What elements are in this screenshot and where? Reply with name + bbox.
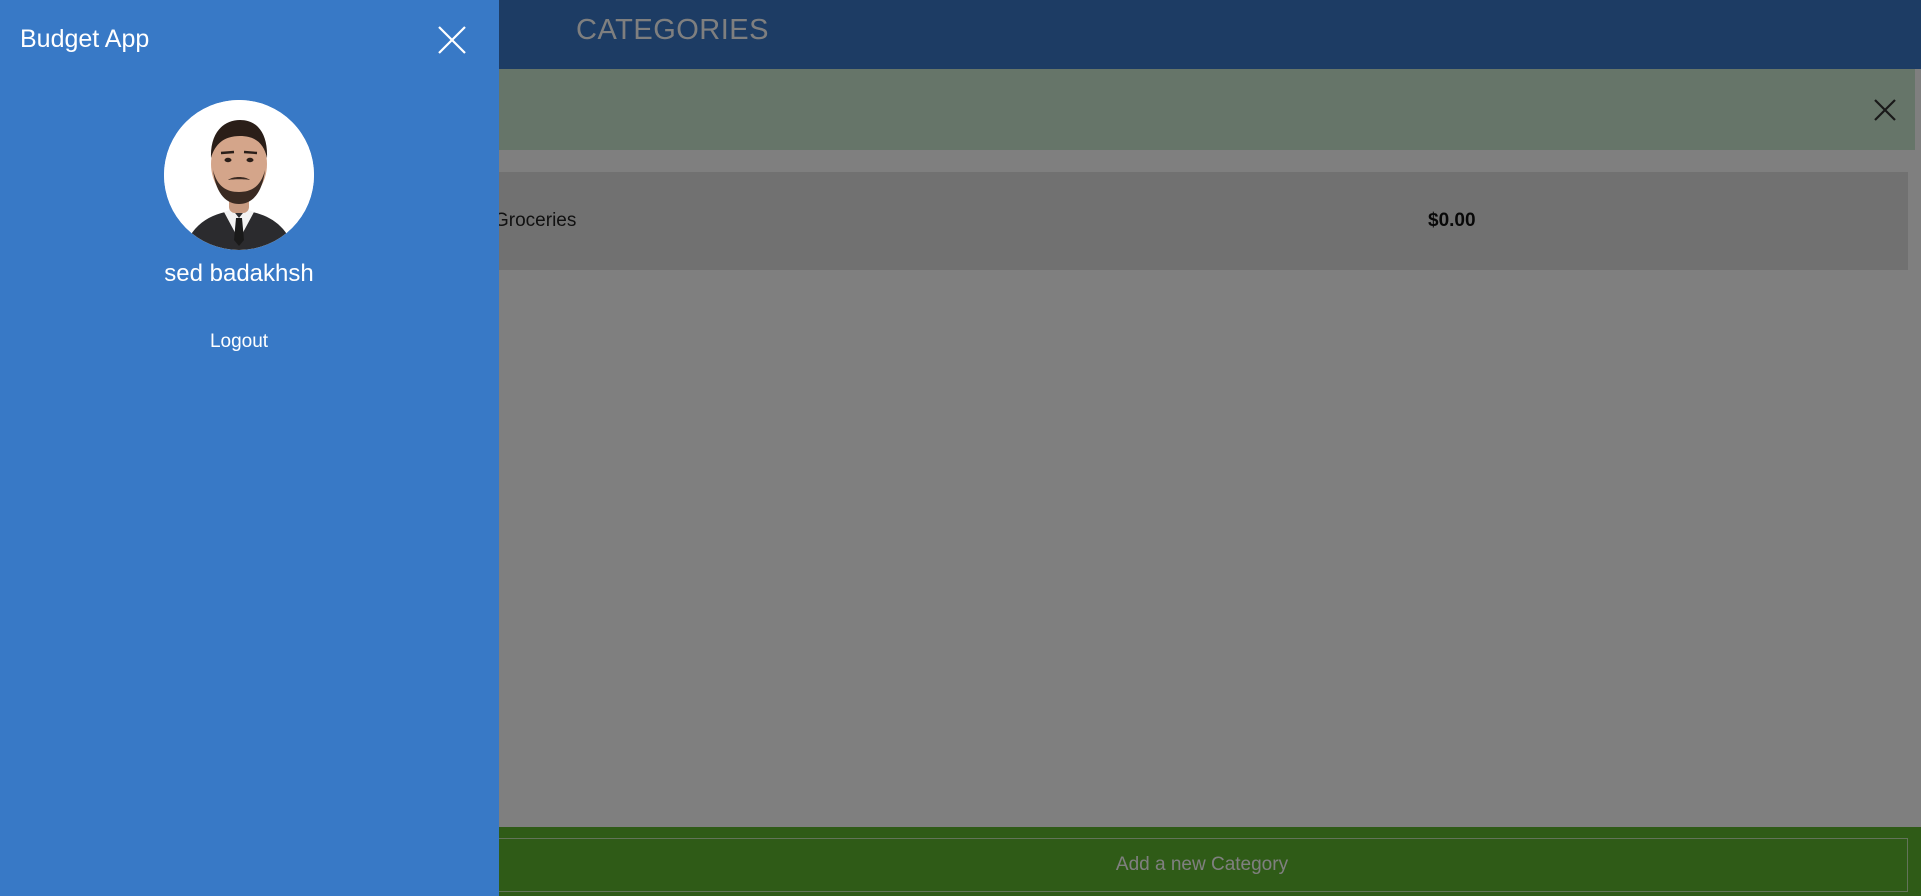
user-avatar-icon	[164, 100, 314, 250]
logout-link[interactable]: Logout	[0, 331, 478, 353]
app-title: Budget App	[20, 25, 150, 53]
close-icon	[438, 26, 466, 54]
user-name: sed badakhsh	[164, 260, 314, 287]
avatar	[164, 100, 314, 250]
side-drawer: Budget App sed badakhsh Logout	[0, 0, 499, 896]
drawer-close-button[interactable]	[436, 24, 468, 56]
